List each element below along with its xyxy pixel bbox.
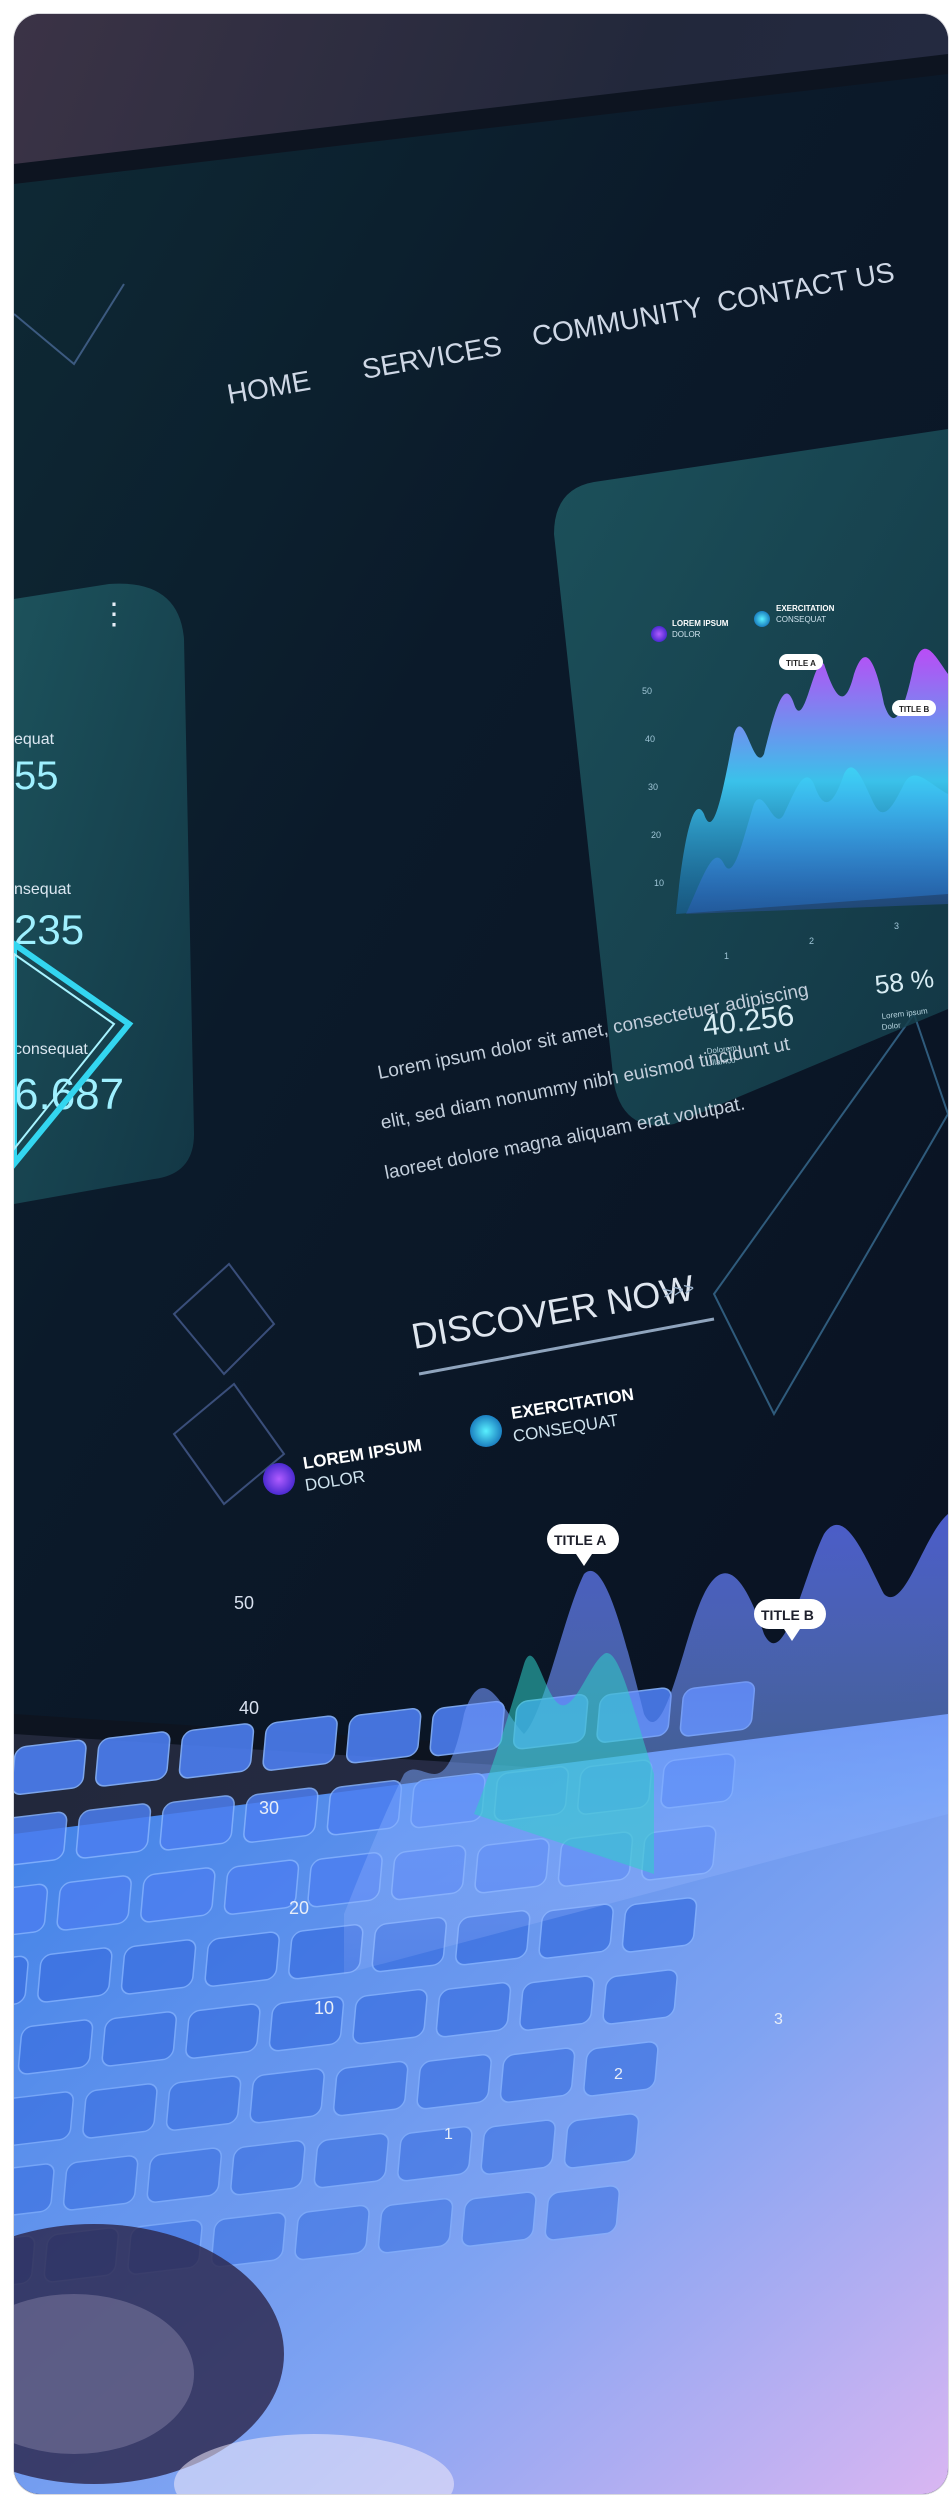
keyboard-key xyxy=(14,1739,87,1795)
keyboard-key xyxy=(377,2198,454,2254)
keyboard-key xyxy=(416,2054,492,2110)
big-y-tick: 20 xyxy=(289,1898,309,1918)
legend-swatch-purple xyxy=(651,626,667,642)
keyboard-key xyxy=(243,1787,319,1843)
small-y-tick: 50 xyxy=(642,686,652,696)
keyboard-key xyxy=(204,1931,280,1987)
big-x-tick: 1 xyxy=(444,2126,453,2143)
keyboard-key xyxy=(37,1947,113,2003)
big-y-tick: 10 xyxy=(314,1998,334,2018)
keyboard-key xyxy=(499,2047,576,2103)
keyboard-key xyxy=(165,2075,242,2131)
keyboard-key xyxy=(602,1969,678,2025)
keyboard-key xyxy=(146,2147,222,2203)
legend-swatch-cyan xyxy=(470,1415,502,1447)
stat-label: nsequat xyxy=(14,881,71,898)
big-y-tick: 30 xyxy=(259,1798,279,1818)
keyboard-key xyxy=(249,2068,325,2124)
big-x-tick: 3 xyxy=(774,2011,783,2028)
small-x-tick: 3 xyxy=(894,921,899,931)
left-stats-panel: ⋮ equat 55 nsequat 235 consequat 6.687 xyxy=(14,583,194,1204)
legend-swatch-purple xyxy=(263,1463,295,1495)
keyboard-key xyxy=(95,1731,171,1787)
small-y-tick: 40 xyxy=(645,734,655,744)
small-legend-title-2: EXERCITATION xyxy=(776,604,835,613)
keyboard-key xyxy=(101,2011,177,2067)
big-callout-b-label: TITLE B xyxy=(761,1607,814,1623)
keyboard-key xyxy=(519,1975,595,2031)
keyboard-key xyxy=(82,2083,158,2139)
keyboard-key xyxy=(313,2132,390,2189)
small-x-tick: 2 xyxy=(809,936,814,946)
keyboard-key xyxy=(563,2113,640,2169)
keyboard-key xyxy=(17,2019,94,2075)
small-y-tick: 10 xyxy=(654,878,664,888)
small-callout-a-label: TITLE A xyxy=(786,659,816,668)
keyboard-key xyxy=(435,1982,512,2038)
keyboard-key xyxy=(140,1867,216,1923)
big-y-tick: 40 xyxy=(239,1698,259,1718)
keyboard-key xyxy=(352,1988,428,2045)
keyboard-key xyxy=(294,2204,370,2261)
small-legend-title-1: LOREM IPSUM xyxy=(672,619,729,628)
keyboard-key xyxy=(621,1897,698,1953)
laptop-photo-scene: HOME SERVICES COMMUNITY CONTACT US ⋮ equ… xyxy=(14,14,948,2494)
keyboard-key xyxy=(159,1795,235,1851)
big-callout-a-label: TITLE A xyxy=(554,1532,606,1548)
small-y-tick: 30 xyxy=(648,782,658,792)
small-callout-b-label: TITLE B xyxy=(899,705,929,714)
keyboard-key xyxy=(75,1803,152,1859)
stat-value: 55 xyxy=(14,754,59,798)
big-y-tick: 50 xyxy=(234,1593,254,1613)
small-y-tick: 20 xyxy=(651,830,661,840)
keyboard-key xyxy=(120,1939,197,1995)
panel-menu-icon[interactable]: ⋮ xyxy=(99,598,129,631)
keyboard-key xyxy=(346,1708,422,1764)
keyboard-key xyxy=(461,2191,537,2247)
keyboard-key xyxy=(544,2185,620,2241)
big-x-tick: 2 xyxy=(614,2066,623,2083)
photo-frame: HOME SERVICES COMMUNITY CONTACT US ⋮ equ… xyxy=(14,14,948,2494)
small-legend-sub-2: CONSEQUAT xyxy=(776,615,826,624)
keyboard-key xyxy=(56,1875,132,1931)
keyboard-key xyxy=(230,2140,306,2196)
keyboard-key xyxy=(185,2003,261,2059)
keyboard-key xyxy=(480,2119,556,2175)
stat-value: 235 xyxy=(14,906,84,953)
keyboard-key xyxy=(223,1859,300,1915)
legend-swatch-cyan xyxy=(754,611,770,627)
keyboard-key xyxy=(178,1723,255,1779)
keyboard-key xyxy=(262,1715,338,1771)
small-legend-sub-1: DOLOR xyxy=(672,630,701,639)
keyboard-key xyxy=(62,2155,139,2211)
keyboard-key xyxy=(333,2060,409,2117)
stat-label: consequat xyxy=(14,1041,88,1058)
stat-label: equat xyxy=(14,731,55,748)
keyboard-key xyxy=(397,2126,473,2182)
small-x-tick: 1 xyxy=(724,951,729,961)
